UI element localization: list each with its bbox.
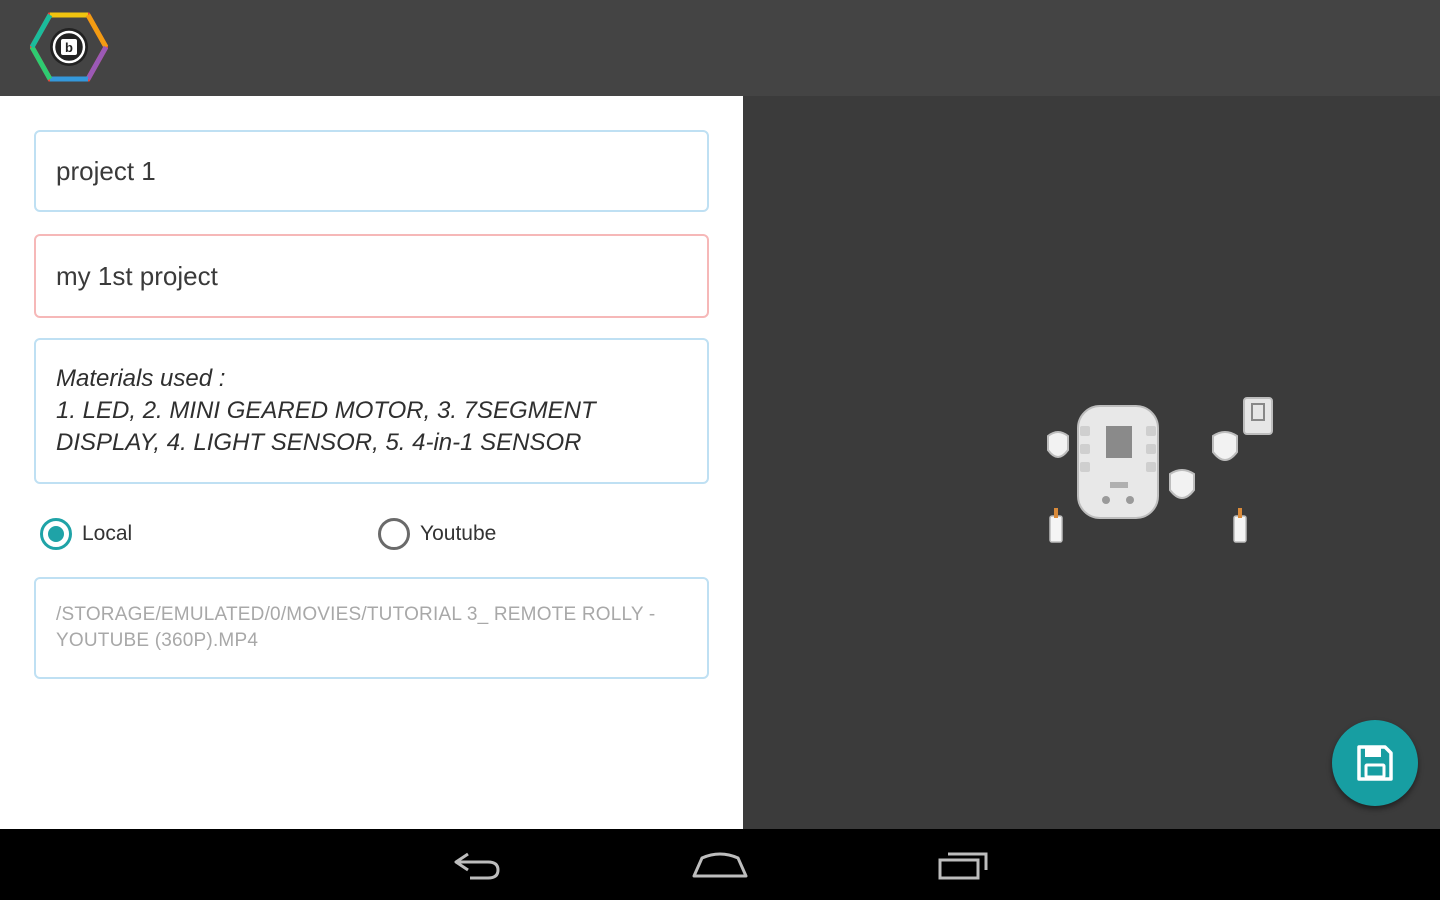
home-button[interactable] [684, 843, 756, 887]
recents-button[interactable] [928, 843, 1000, 887]
project-name-input[interactable]: project 1 [34, 130, 709, 212]
app-bar: b [0, 0, 1440, 96]
back-icon [454, 852, 500, 880]
save-floppy-icon [1357, 745, 1393, 781]
video-path-input[interactable]: /STORAGE/EMULATED/0/MOVIES/TUTORIAL 3_ R… [34, 577, 709, 679]
radio-local-indicator[interactable] [40, 518, 72, 550]
system-navigation-bar [0, 829, 1440, 900]
chip-hexagon-logo-icon[interactable]: b [30, 12, 108, 82]
svg-text:b: b [65, 40, 73, 55]
home-icon [692, 852, 748, 878]
radio-local-label: Local [82, 522, 133, 545]
recents-icon [938, 852, 988, 880]
save-button[interactable] [1332, 720, 1418, 806]
materials-input[interactable]: Materials used : 1. LED, 2. MINI GEARED … [34, 338, 709, 484]
video-source-radio-group: Local Youtube [40, 514, 710, 554]
robot-components-illustration [1047, 397, 1273, 543]
radio-youtube-label: Youtube [420, 522, 497, 545]
materials-value: Materials used : 1. LED, 2. MINI GEARED … [56, 365, 596, 456]
back-button[interactable] [440, 843, 512, 887]
radio-youtube-indicator[interactable] [378, 518, 410, 550]
preview-panel [743, 96, 1440, 829]
radio-local[interactable]: Local [40, 514, 132, 554]
project-description-value: my 1st project [56, 260, 218, 291]
project-description-input[interactable]: my 1st project [34, 234, 709, 318]
project-form-panel: project 1 my 1st project Materials used … [0, 96, 743, 829]
video-path-value: /STORAGE/EMULATED/0/MOVIES/TUTORIAL 3_ R… [56, 604, 656, 651]
project-name-value: project 1 [56, 155, 156, 186]
radio-youtube[interactable]: Youtube [378, 514, 496, 554]
